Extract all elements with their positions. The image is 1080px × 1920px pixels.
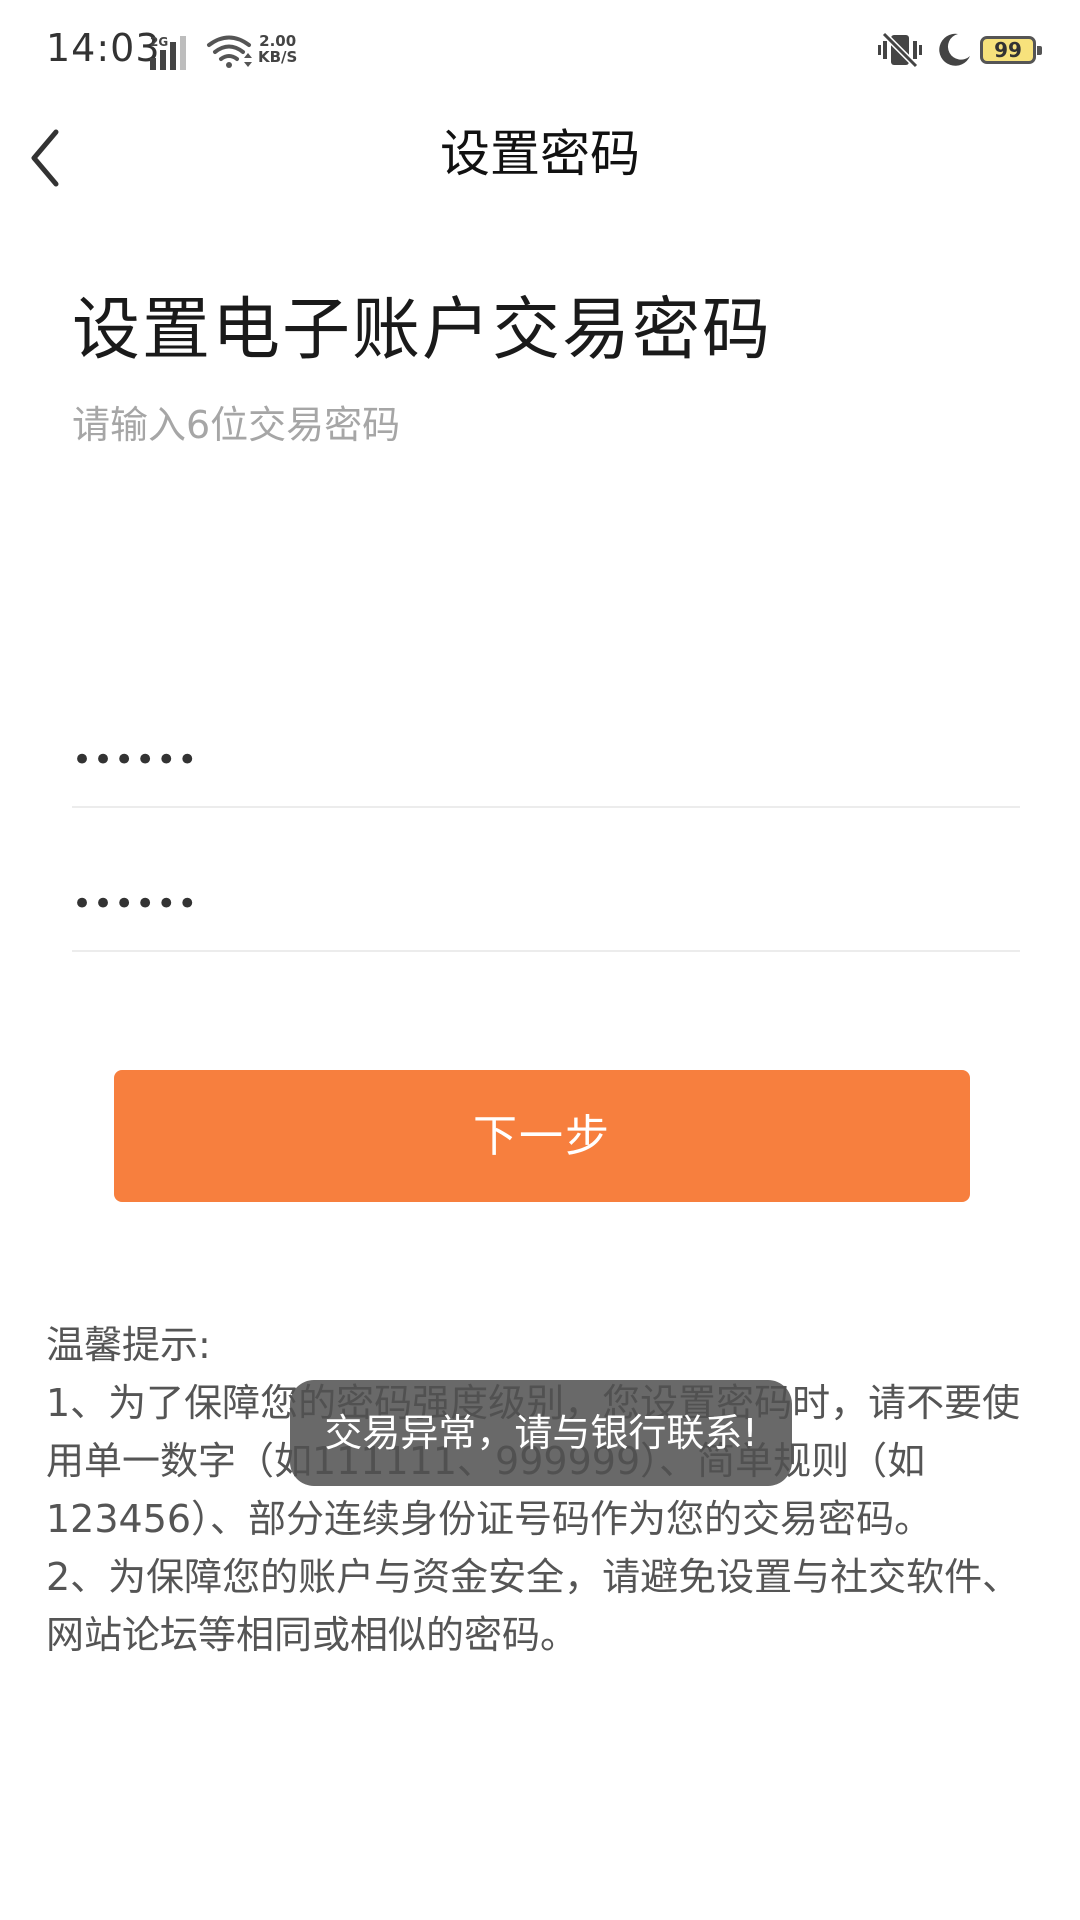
signal-icon: 2G <box>150 35 196 74</box>
tips-section: 温馨提示: 1、为了保障您的密码强度级别，您设置密码时，请不要使用单一数字（如1… <box>46 1316 1036 1664</box>
net-speed-unit: KB/S <box>258 48 298 66</box>
wifi-icon <box>206 34 252 72</box>
password-input[interactable] <box>72 730 1020 790</box>
page-heading: 设置电子账户交易密码 <box>72 291 773 370</box>
status-bar: 14:03 2G 2.00 KB/S 99 <box>0 0 1080 104</box>
net-speed-value: 2.00 <box>259 32 297 50</box>
nav-bar: 设置密码 <box>0 104 1080 204</box>
password-field[interactable] <box>72 708 1020 808</box>
screen: 14:03 2G 2.00 KB/S 99 设置密码 设置电子账户交易密码 请输… <box>0 0 1080 1920</box>
status-time: 14:03 <box>46 26 161 70</box>
battery-icon: 99 <box>980 36 1042 64</box>
next-step-button[interactable]: 下一步 <box>114 1070 970 1202</box>
error-toast: 交易异常，请与银行联系! <box>290 1380 792 1486</box>
chevron-left-icon <box>31 129 59 187</box>
network-type-label: 2G <box>150 36 168 49</box>
confirm-password-field[interactable] <box>72 852 1020 952</box>
moon-icon <box>936 32 972 72</box>
back-button[interactable] <box>16 114 96 194</box>
net-speed: 2.00 KB/S <box>258 33 297 65</box>
page-subheading: 请输入6位交易密码 <box>72 403 401 447</box>
vibrate-off-icon <box>878 31 922 72</box>
page-title: 设置密码 <box>440 125 640 183</box>
tips-item-2: 2、为保障您的账户与资金安全，请避免设置与社交软件、网站论坛等相同或相似的密码。 <box>46 1555 1021 1657</box>
battery-level: 99 <box>994 38 1022 62</box>
confirm-password-input[interactable] <box>72 874 1020 934</box>
tips-title: 温馨提示: <box>46 1323 211 1367</box>
